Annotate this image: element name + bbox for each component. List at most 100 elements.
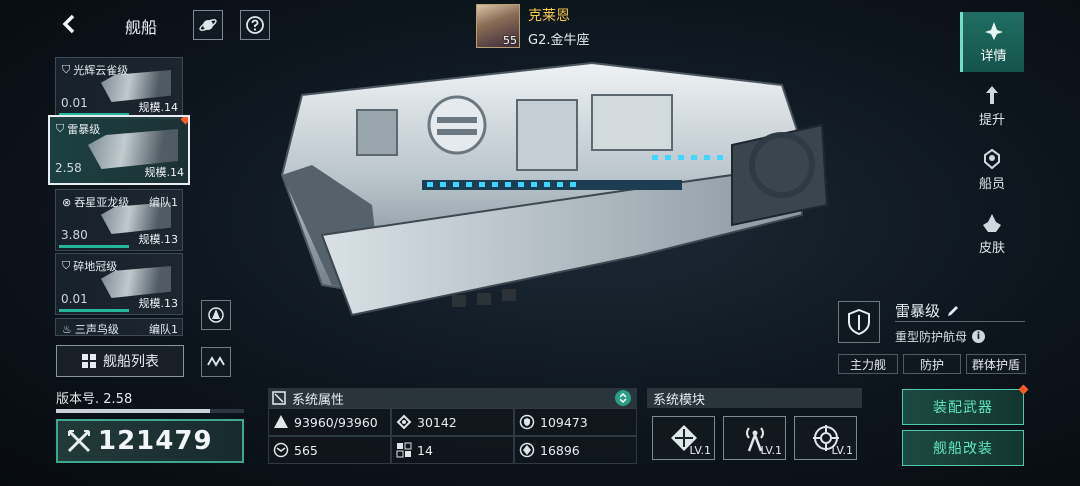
- equip-weapons-label: 装配武器: [933, 400, 993, 416]
- attr-value: 14: [417, 442, 433, 458]
- player-level: 55: [503, 34, 517, 47]
- crossed-swords-icon: [67, 429, 91, 453]
- player-name: 克莱恩: [528, 7, 570, 24]
- edit-icon[interactable]: [946, 304, 960, 318]
- modules-title: 系统模块: [647, 388, 862, 408]
- ship-card-value: 2.58: [55, 161, 82, 175]
- ship-model[interactable]: [262, 55, 832, 340]
- ship-modify-label: 舰船改装: [933, 441, 993, 457]
- ship-card-name: 光辉云雀级: [73, 64, 129, 77]
- version-progress-fill: [56, 409, 211, 413]
- module-level: LV.1: [831, 444, 853, 457]
- attributes-title: 系统属性: [292, 392, 345, 408]
- ship-card-bar: [59, 309, 129, 312]
- ship-card-value: 0.01: [61, 292, 88, 306]
- ship-card-1[interactable]: ⛉ 雷暴级 2.58 规模.14: [48, 115, 190, 185]
- ship-card-name: 雷暴级: [67, 123, 101, 136]
- back-button[interactable]: [56, 10, 84, 38]
- system-attributes-panel: 系统属性 93960/93960 30142 109473 565 14 168…: [268, 388, 637, 466]
- shield-icon: [848, 309, 870, 335]
- ship-tag: 防护: [903, 354, 961, 374]
- shield-class-icon: ⛉: [62, 63, 71, 76]
- module-level: LV.1: [760, 444, 782, 457]
- tab-details[interactable]: 详情: [960, 12, 1024, 72]
- ship-card-fleet: 编队1: [149, 196, 178, 209]
- question-icon: [246, 16, 264, 34]
- ship-card-value: 0.01: [61, 96, 88, 110]
- ship-card-name: 三声鸟级: [74, 323, 119, 336]
- attributes-icon: [272, 391, 286, 405]
- shield-icon: [519, 414, 535, 430]
- ship-card-name: 吞星亚龙级: [74, 196, 130, 209]
- tab-upgrade[interactable]: 提升: [960, 76, 1024, 136]
- notification-dot: [180, 117, 188, 125]
- ship-card-3[interactable]: ⛉ 碎地冠级 0.01 规模.13: [55, 253, 183, 315]
- shield-class-icon: ⛉: [56, 122, 65, 135]
- ship-card-scale: 规模.14: [138, 101, 179, 114]
- energy-icon: [519, 442, 535, 458]
- module-slot-target[interactable]: LV.1: [794, 416, 857, 460]
- ship-card-name: 碎地冠级: [73, 260, 118, 273]
- expand-icon: [619, 393, 627, 403]
- player-rank: G2.金牛座: [528, 32, 590, 48]
- shield-class-icon: ⛉: [62, 259, 71, 272]
- ship-list-label: 舰船列表: [103, 354, 159, 370]
- ship-card-2[interactable]: ⊗ 吞星亚龙级 编队1 3.80 规模.13: [55, 189, 183, 251]
- ship-card-fleet: 编队1: [149, 323, 178, 336]
- ship-card-4[interactable]: ♨ 三声鸟级 编队1: [55, 318, 183, 336]
- tab-label: 皮肤: [978, 241, 1005, 256]
- ship-tag: 主力舰: [838, 354, 898, 374]
- equip-weapons-button[interactable]: 装配武器: [902, 384, 1029, 425]
- back-arrow-icon: [62, 14, 75, 34]
- expand-toggle[interactable]: [615, 390, 631, 406]
- version-progress: [56, 409, 244, 413]
- attr-energy: 16896: [514, 436, 637, 464]
- ship-card-0[interactable]: ⛉ 光辉云雀级 0.01 规模.14: [55, 57, 183, 119]
- ship-type-text: 重型防护航母: [895, 330, 968, 344]
- tab-label: 详情: [980, 49, 1007, 64]
- ship-name: 雷暴级: [895, 300, 960, 321]
- ship-list-button[interactable]: 舰船列表: [56, 345, 184, 377]
- help-button[interactable]: [240, 10, 270, 40]
- ship-modify-button[interactable]: 舰船改装: [902, 430, 1024, 466]
- divider: [895, 321, 1025, 322]
- attr-armor: 30142: [391, 408, 514, 436]
- attr-speed: 565: [268, 436, 391, 464]
- tab-crew[interactable]: 船员: [960, 140, 1024, 200]
- tab-label: 提升: [978, 113, 1005, 128]
- speed-icon: [273, 442, 289, 458]
- attr-value: 16896: [540, 442, 580, 458]
- grid-icon: [82, 354, 96, 368]
- planet-icon: [199, 19, 217, 31]
- ship-card-scale: 规模.14: [144, 166, 185, 179]
- module-level: LV.1: [689, 444, 711, 457]
- hull-icon: [274, 415, 288, 428]
- fleet-icon: [208, 307, 224, 323]
- attributes-header: 系统属性: [268, 388, 637, 408]
- attr-value: 93960/93960: [294, 414, 378, 430]
- ship-type: 重型防护航母 i: [895, 328, 986, 345]
- ship-card-value: 3.80: [61, 228, 88, 242]
- ship-name-text: 雷暴级: [895, 302, 941, 320]
- avatar[interactable]: 55: [476, 4, 520, 48]
- info-icon[interactable]: i: [972, 330, 986, 343]
- attr-grid: 14: [391, 436, 514, 464]
- filter-button[interactable]: [201, 300, 231, 330]
- sort-button[interactable]: [201, 347, 231, 377]
- tab-skin[interactable]: 皮肤: [960, 204, 1024, 264]
- version-label: 版本号. 2.58: [56, 392, 133, 407]
- planet-button[interactable]: [193, 10, 223, 40]
- ship-card-scale: 规模.13: [138, 233, 179, 246]
- module-slot-antenna[interactable]: LV.1: [723, 416, 786, 460]
- skin-icon: [983, 214, 1001, 232]
- page-title: 舰船: [125, 18, 158, 37]
- system-modules-panel: 系统模块 LV.1 LV.1 LV.1: [647, 388, 862, 466]
- details-icon: [984, 22, 1003, 40]
- player-info[interactable]: 55 克莱恩 G2.金牛座: [476, 4, 589, 48]
- attr-value: 30142: [417, 414, 457, 430]
- stats-wave-icon: [207, 356, 225, 367]
- ship-class-badge: [838, 301, 880, 343]
- ship-thumbnail: [88, 129, 178, 169]
- tab-label: 船员: [978, 177, 1005, 192]
- module-slot-weapon[interactable]: LV.1: [652, 416, 715, 460]
